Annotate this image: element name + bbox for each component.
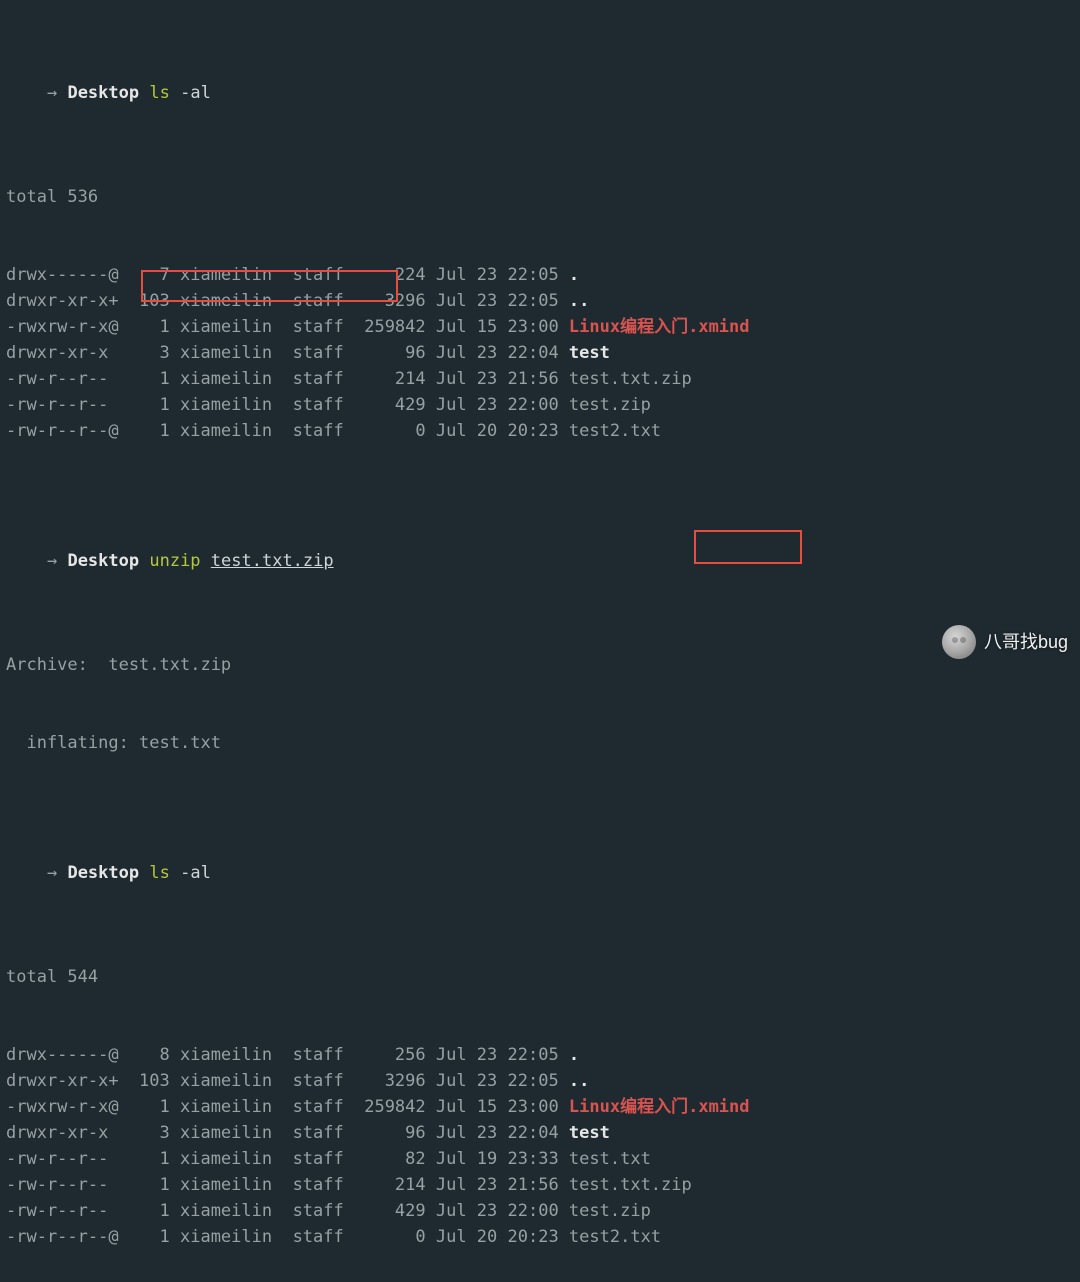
prompt-line-3: → Desktop ls -al xyxy=(6,834,1074,912)
ls-entry-row: drwxr-xr-x 3 xiameilin staff 96 Jul 23 2… xyxy=(6,1120,1074,1146)
ls-entry-name: test2.txt xyxy=(569,1227,661,1247)
ls-entry-meta: -rw-r--r-- 1 xiameilin staff 429 Jul 23 … xyxy=(6,395,569,415)
ls-entry-name: .. xyxy=(569,1071,589,1091)
ls-entry-meta: -rw-r--r-- 1 xiameilin staff 429 Jul 23 … xyxy=(6,1201,569,1221)
ls-entry-meta: drwxr-xr-x+ 103 xiameilin staff 3296 Jul… xyxy=(6,291,569,311)
ls-entry-row: drwxr-xr-x+ 103 xiameilin staff 3296 Jul… xyxy=(6,288,1074,314)
watermark-icon xyxy=(942,625,976,659)
ls-entry-name: test.txt.zip xyxy=(569,369,692,389)
ls-entry-meta: -rwxrw-r-x@ 1 xiameilin staff 259842 Jul… xyxy=(6,317,569,337)
ls-entry-meta: -rw-r--r--@ 1 xiameilin staff 0 Jul 20 2… xyxy=(6,421,569,441)
ls-entry-row: -rwxrw-r-x@ 1 xiameilin staff 259842 Jul… xyxy=(6,314,1074,340)
ls-entry-meta: -rwxrw-r-x@ 1 xiameilin staff 259842 Jul… xyxy=(6,1097,569,1117)
ls-entry-name: test.txt.zip xyxy=(569,1175,692,1195)
ls-command: ls xyxy=(149,83,169,103)
ls-entry-meta: drwx------@ 7 xiameilin staff 224 Jul 23… xyxy=(6,265,569,285)
ls-entry-meta: drwxr-xr-x+ 103 xiameilin staff 3296 Jul… xyxy=(6,1071,569,1091)
ls-entry-row: -rw-r--r-- 1 xiameilin staff 429 Jul 23 … xyxy=(6,1198,1074,1224)
ls-entry-row: -rwxrw-r-x@ 1 xiameilin staff 259842 Jul… xyxy=(6,1094,1074,1120)
ls-entry-name: Linux编程入门.xmind xyxy=(569,1097,750,1117)
ls-entry-name: Linux编程入门.xmind xyxy=(569,317,750,337)
total-line-2: total 544 xyxy=(6,964,1074,990)
archive-line: Archive: test.txt.zip xyxy=(6,652,1074,678)
ls-entry-meta: drwxr-xr-x 3 xiameilin staff 96 Jul 23 2… xyxy=(6,1123,569,1143)
ls-entry-name: . xyxy=(569,265,579,285)
prompt-arrow: → xyxy=(47,551,57,571)
ls-entry-row: -rw-r--r-- 1 xiameilin staff 214 Jul 23 … xyxy=(6,1172,1074,1198)
watermark-text: 八哥找bug xyxy=(984,629,1068,655)
ls-entry-row: -rw-r--r-- 1 xiameilin staff 429 Jul 23 … xyxy=(6,392,1074,418)
ls-entry-name: test.zip xyxy=(569,395,651,415)
prompt-dir: Desktop xyxy=(67,863,139,883)
ls-entry-meta: -rw-r--r-- 1 xiameilin staff 214 Jul 23 … xyxy=(6,1175,569,1195)
ls-entry-row: drwx------@ 8 xiameilin staff 256 Jul 23… xyxy=(6,1042,1074,1068)
ls-entry-name: test2.txt xyxy=(569,421,661,441)
ls-entry-name: .. xyxy=(569,291,589,311)
ls-flags: -al xyxy=(180,863,211,883)
prompt-dir: Desktop xyxy=(67,83,139,103)
prompt-arrow: → xyxy=(47,863,57,883)
ls-entry-row: drwxr-xr-x+ 103 xiameilin staff 3296 Jul… xyxy=(6,1068,1074,1094)
prompt-dir: Desktop xyxy=(67,551,139,571)
ls-entry-name: test.zip xyxy=(569,1201,651,1221)
ls-flags: -al xyxy=(180,83,211,103)
unzip-arg: test.txt.zip xyxy=(211,551,334,571)
prompt-line-2: → Desktop unzip test.txt.zip xyxy=(6,522,1074,600)
ls-entry-name: test xyxy=(569,343,610,363)
unzip-command: unzip xyxy=(149,551,200,571)
watermark: 八哥找bug xyxy=(942,625,1068,659)
prompt-line-1: → Desktop ls -al xyxy=(6,54,1074,132)
ls-entry-row: -rw-r--r--@ 1 xiameilin staff 0 Jul 20 2… xyxy=(6,418,1074,444)
inflate-line: inflating: test.txt xyxy=(6,730,1074,756)
ls-entry-row: -rw-r--r-- 1 xiameilin staff 82 Jul 19 2… xyxy=(6,1146,1074,1172)
ls-entry-row: -rw-r--r-- 1 xiameilin staff 214 Jul 23 … xyxy=(6,366,1074,392)
ls-entry-meta: -rw-r--r-- 1 xiameilin staff 82 Jul 19 2… xyxy=(6,1149,569,1169)
ls-command: ls xyxy=(149,863,169,883)
prompt-arrow: → xyxy=(47,83,57,103)
ls-entry-meta: drwxr-xr-x 3 xiameilin staff 96 Jul 23 2… xyxy=(6,343,569,363)
ls-entry-meta: -rw-r--r--@ 1 xiameilin staff 0 Jul 20 2… xyxy=(6,1227,569,1247)
ls-entry-name: test xyxy=(569,1123,610,1143)
ls-entry-meta: drwx------@ 8 xiameilin staff 256 Jul 23… xyxy=(6,1045,569,1065)
ls-entry-name: test.txt xyxy=(569,1149,651,1169)
ls-entry-row: drwx------@ 7 xiameilin staff 224 Jul 23… xyxy=(6,262,1074,288)
ls-entry-meta: -rw-r--r-- 1 xiameilin staff 214 Jul 23 … xyxy=(6,369,569,389)
ls-entry-row: drwxr-xr-x 3 xiameilin staff 96 Jul 23 2… xyxy=(6,340,1074,366)
terminal[interactable]: → Desktop ls -al total 536 drwx------@ 7… xyxy=(0,0,1080,1282)
ls-entry-row: -rw-r--r--@ 1 xiameilin staff 0 Jul 20 2… xyxy=(6,1224,1074,1250)
total-line-1: total 536 xyxy=(6,184,1074,210)
ls-entry-name: . xyxy=(569,1045,579,1065)
